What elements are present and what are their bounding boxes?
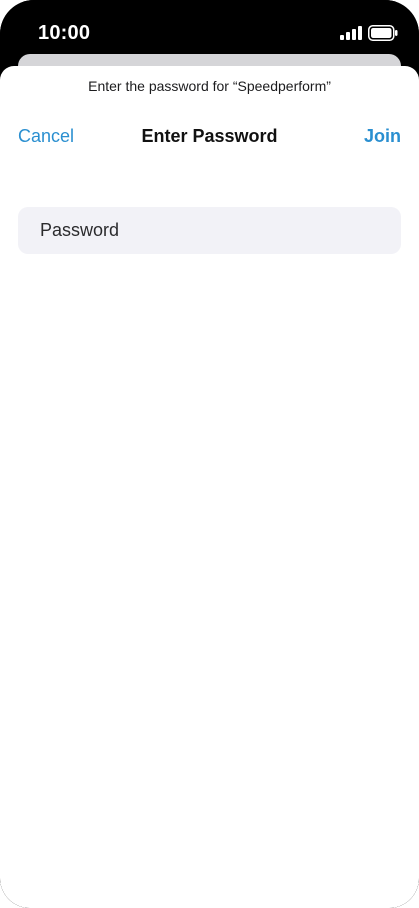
join-button[interactable]: Join: [364, 126, 401, 147]
status-bar: 10:00: [0, 0, 419, 58]
battery-icon: [368, 25, 398, 41]
camera-notch: [112, 0, 306, 42]
device-frame: 10:00 Enter the password for “Speedperfo…: [0, 0, 419, 908]
nav-bar: Cancel Enter Password Join: [0, 118, 419, 158]
password-sheet: Enter the password for “Speedperform” Ca…: [0, 66, 419, 908]
join-prompt: Enter the password for “Speedperform”: [88, 78, 331, 94]
password-input[interactable]: [18, 207, 401, 254]
cancel-button[interactable]: Cancel: [18, 126, 74, 147]
status-time: 10:00: [38, 22, 91, 44]
screen: 10:00 Enter the password for “Speedperfo…: [0, 0, 419, 908]
signal-icon: [340, 26, 362, 40]
